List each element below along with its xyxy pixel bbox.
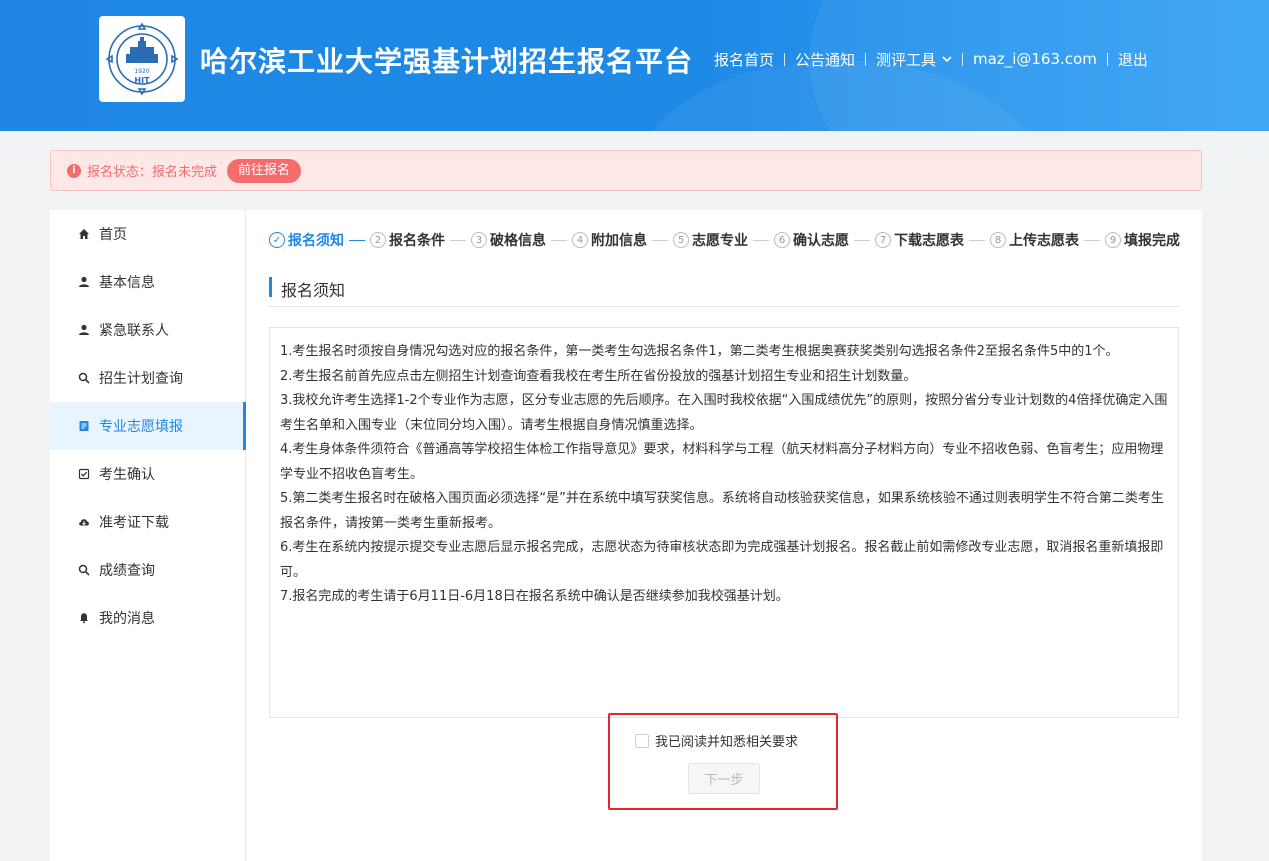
notice-item: 6.考生在系统内按提示提交专业志愿后显示报名完成，志愿状态为待审核状态即为完成强… <box>280 540 1164 580</box>
header: 1920 HIT 哈尔滨工业大学强基计划招生报名平台 报名首页 公告通知 测评工… <box>0 0 1269 131</box>
next-step-button[interactable]: 下一步 <box>688 763 760 794</box>
step-4: 4 附加信息 <box>572 230 647 250</box>
sidebar-item-score-query[interactable]: 成绩查询 <box>50 546 245 594</box>
step-7: 7 下载志愿表 <box>875 230 964 250</box>
status-text: 报名状态：报名未完成 <box>87 165 218 180</box>
cloud-download-icon <box>78 516 90 528</box>
bell-icon <box>78 612 90 624</box>
progress-steps: ✓ 报名须知 2 报名条件 3 破格信息 4 附加信息 5 志愿专业 6 确认志… <box>269 229 1180 251</box>
chevron-down-icon <box>942 55 952 62</box>
step-2: 2 报名条件 <box>370 230 445 250</box>
check-square-icon <box>78 468 90 480</box>
notice-item: 2.考生报名前首先应点击左侧招生计划查询查看我校在考生所在省份投放的强基计划招生… <box>280 368 917 384</box>
registration-status-alert: i 报名状态：报名未完成 前往报名 <box>50 150 1202 191</box>
step-5: 5 志愿专业 <box>673 230 748 250</box>
site-title: 哈尔滨工业大学强基计划招生报名平台 <box>200 45 694 78</box>
highlight-annotation-box <box>608 713 838 810</box>
sidebar-item-messages[interactable]: 我的消息 <box>50 594 245 642</box>
search-icon <box>78 564 90 576</box>
sidebar-item-major-preference[interactable]: 专业志愿填报 <box>50 402 246 450</box>
form-icon <box>78 420 90 432</box>
top-nav: 报名首页 公告通知 测评工具 maz_i@163.com 退出 <box>714 48 1148 70</box>
check-circle-icon: ✓ <box>269 232 285 248</box>
nav-home-link[interactable]: 报名首页 <box>714 49 774 70</box>
notice-item: 3.我校允许考生选择1-2个专业作为志愿，区分专业志愿的先后顺序。在入围时我校依… <box>280 393 1168 433</box>
home-icon <box>78 228 90 240</box>
nav-tools-dropdown[interactable]: 测评工具 <box>876 49 952 70</box>
agree-area: 我已阅读并知悉相关要求 下一步 <box>246 713 1202 836</box>
hit-seal-icon: 1920 HIT <box>105 22 179 96</box>
svg-text:1920: 1920 <box>134 68 149 75</box>
agree-label: 我已阅读并知悉相关要求 <box>655 735 799 750</box>
notice-box: 1.考生报名时须按自身情况勾选对应的报名条件，第一类考生勾选报名条件1，第二类考… <box>269 327 1179 718</box>
sidebar-item-home[interactable]: 首页 <box>50 210 245 258</box>
info-icon: i <box>67 163 81 178</box>
sidebar: 首页 基本信息 紧急联系人 招生计划查询 专业志愿填报 考生确认 准考证下载 成… <box>50 210 246 861</box>
search-icon <box>78 372 90 384</box>
notice-item: 1.考生报名时须按自身情况勾选对应的报名条件，第一类考生勾选报名条件1，第二类考… <box>280 344 1119 359</box>
university-logo: 1920 HIT <box>99 16 185 102</box>
step-3: 3 破格信息 <box>471 230 546 250</box>
nav-logout-link[interactable]: 退出 <box>1118 49 1148 70</box>
main-content: ✓ 报名须知 2 报名条件 3 破格信息 4 附加信息 5 志愿专业 6 确认志… <box>246 210 1202 861</box>
sidebar-item-admission-ticket[interactable]: 准考证下载 <box>50 498 245 546</box>
agree-checkbox-row[interactable]: 我已阅读并知悉相关要求 <box>635 731 798 750</box>
step-1: ✓ 报名须知 <box>269 230 344 250</box>
notice-item: 7.报名完成的考生请于6月11日-6月18日在报名系统中确认是否继续参加我校强基… <box>280 589 789 604</box>
go-register-button[interactable]: 前往报名 <box>227 158 302 183</box>
sidebar-item-enrollment-plan[interactable]: 招生计划查询 <box>50 354 245 402</box>
step-6: 6 确认志愿 <box>774 230 849 250</box>
svg-text:HIT: HIT <box>134 76 150 85</box>
user-icon <box>78 324 90 336</box>
user-icon <box>78 276 90 288</box>
step-9: 9 填报完成 <box>1105 230 1180 250</box>
sidebar-item-emergency-contact[interactable]: 紧急联系人 <box>50 306 245 354</box>
section-title: 报名须知 <box>269 276 1179 307</box>
nav-user-email[interactable]: maz_i@163.com <box>973 50 1097 68</box>
nav-notice-link[interactable]: 公告通知 <box>795 49 855 70</box>
step-8: 8 上传志愿表 <box>990 230 1079 250</box>
notice-item: 5.第二类考生报名时在破格入围页面必须选择“是”并在系统中填写获奖信息。系统将自… <box>280 491 1164 531</box>
agree-checkbox[interactable] <box>635 733 649 748</box>
notice-item: 4.考生身体条件须符合《普通高等学校招生体检工作指导意见》要求，材料科学与工程（… <box>280 442 1164 482</box>
sidebar-item-candidate-confirm[interactable]: 考生确认 <box>50 450 245 498</box>
sidebar-item-basic-info[interactable]: 基本信息 <box>50 258 245 306</box>
section-title-text: 报名须知 <box>281 281 346 300</box>
